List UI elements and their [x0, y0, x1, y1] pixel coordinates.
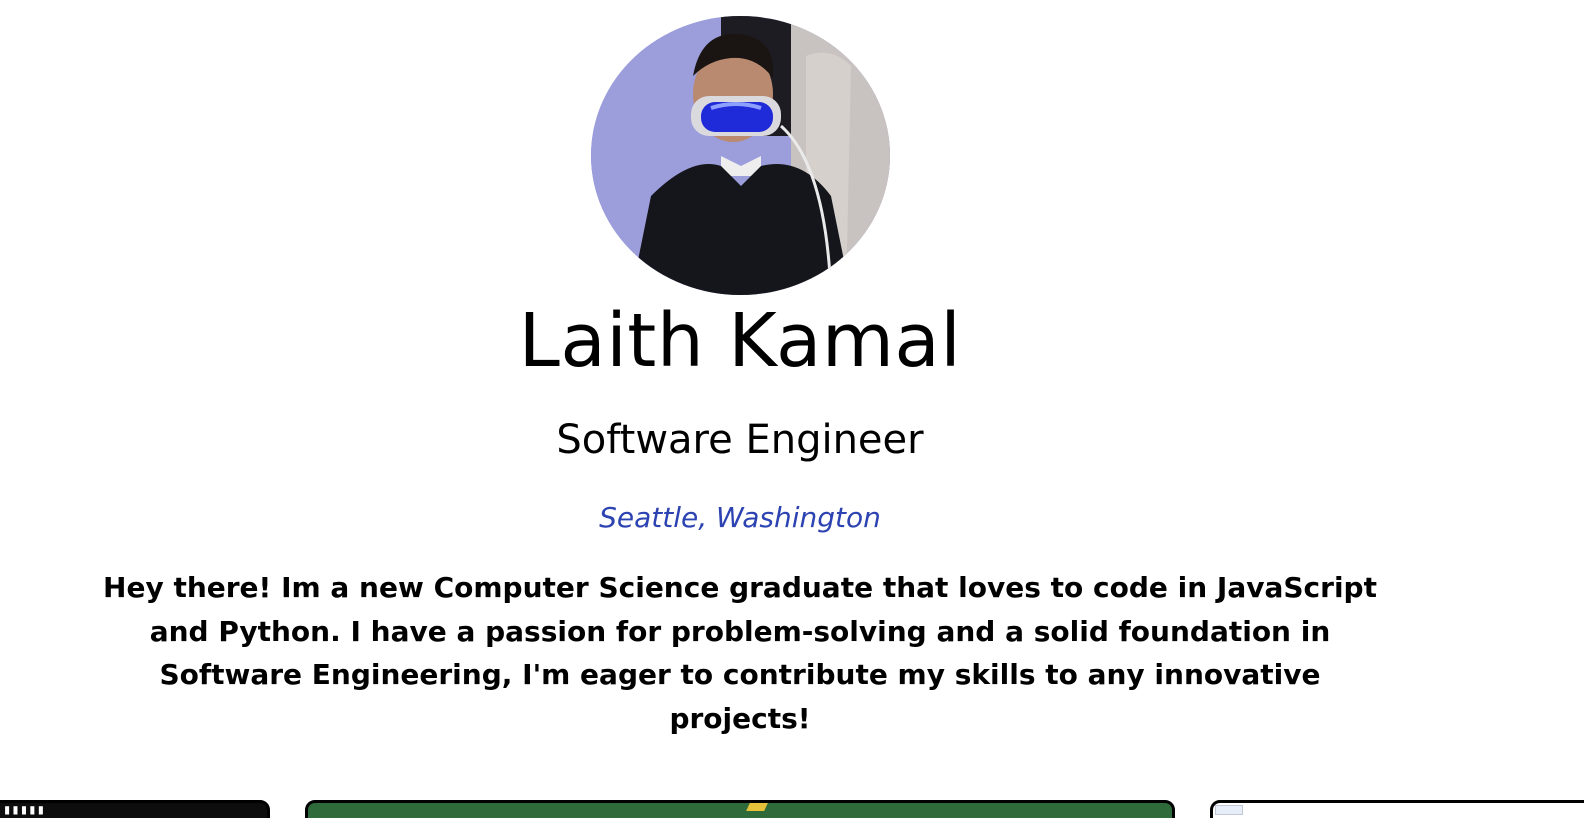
- light-project-thumbnail-icon: [1215, 805, 1243, 815]
- dark-project-thumbnail-icon: ▮▮▮▮▮: [3, 802, 46, 818]
- portfolio-page: Laith Kamal Software Engineer Seattle, W…: [0, 0, 1584, 818]
- project-card[interactable]: [1210, 800, 1584, 818]
- profile-photo-icon: [591, 16, 890, 295]
- profile-location: Seattle, Washington: [599, 501, 881, 534]
- project-card[interactable]: ▮▮▮▮▮: [0, 800, 270, 818]
- green-project-thumbnail-icon: [746, 803, 768, 811]
- profile-avatar: [591, 16, 890, 295]
- profile-name: Laith Kamal: [518, 298, 962, 384]
- profile-bio: Hey there! Im a new Computer Science gra…: [103, 571, 1377, 735]
- project-card[interactable]: [305, 800, 1175, 818]
- profile-role: Software Engineer: [556, 417, 924, 463]
